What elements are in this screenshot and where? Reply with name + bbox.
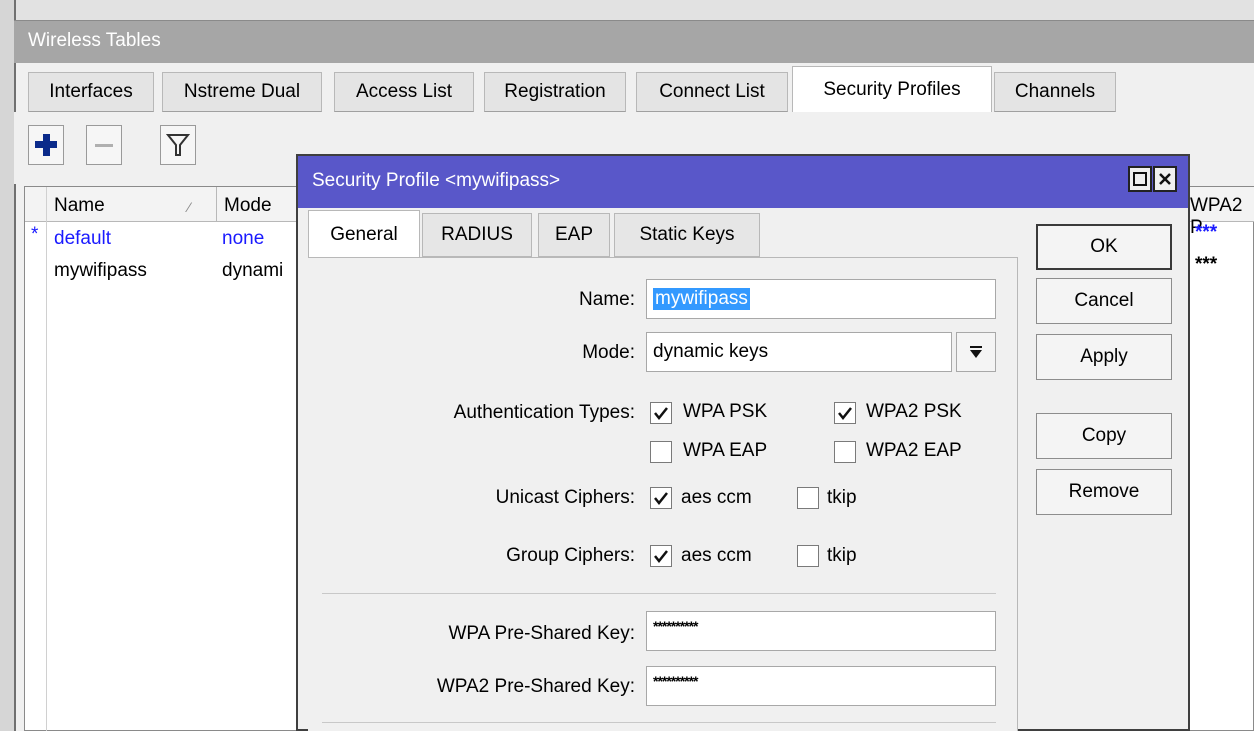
add-button[interactable] — [28, 125, 64, 165]
checkmark-icon — [654, 550, 668, 564]
name-label: Name: — [579, 289, 635, 310]
dialog-tab-general[interactable]: General — [308, 210, 420, 258]
column-header-mode[interactable]: Mode — [224, 195, 272, 217]
window-title: Wireless Tables — [28, 30, 161, 51]
column-header-name[interactable]: Name — [54, 195, 105, 217]
tab-interfaces[interactable]: Interfaces — [28, 72, 154, 112]
dialog-tab-eap[interactable]: EAP — [538, 213, 610, 257]
name-value: mywifipass — [653, 288, 750, 310]
close-icon — [1159, 173, 1171, 185]
group-ciphers-label: Group Ciphers: — [506, 545, 635, 566]
ok-button[interactable]: OK — [1036, 224, 1172, 270]
row-mode: dynami — [222, 260, 284, 281]
wpa-psk-key-input[interactable]: ********** — [646, 611, 996, 651]
row-marker: * — [31, 224, 39, 245]
wpa2-eap-label: WPA2 EAP — [866, 440, 962, 461]
cancel-button[interactable]: Cancel — [1036, 278, 1172, 324]
wpa-eap-checkbox[interactable] — [650, 441, 672, 463]
plus-icon — [35, 134, 57, 156]
dropdown-arrow-icon — [970, 346, 982, 358]
wpa-psk-checkbox[interactable] — [650, 402, 672, 424]
minus-icon — [95, 144, 113, 147]
name-input[interactable]: mywifipass — [646, 279, 996, 319]
tab-nstreme-dual[interactable]: Nstreme Dual — [162, 72, 322, 112]
section-divider — [322, 722, 996, 723]
tab-registration[interactable]: Registration — [484, 72, 626, 112]
row-key: *** — [1195, 254, 1218, 275]
wpa2-psk-checkbox[interactable] — [834, 402, 856, 424]
tab-connect-list[interactable]: Connect List — [636, 72, 788, 112]
apply-button[interactable]: Apply — [1036, 334, 1172, 380]
group-aes-checkbox[interactable] — [650, 545, 672, 567]
maximize-button[interactable] — [1128, 166, 1152, 192]
row-name: default — [54, 228, 112, 249]
dialog-tab-radius[interactable]: RADIUS — [422, 213, 532, 257]
column-divider — [216, 187, 217, 221]
section-divider — [322, 593, 996, 594]
tab-channels[interactable]: Channels — [994, 72, 1116, 112]
unicast-ciphers-label: Unicast Ciphers: — [495, 487, 635, 508]
unicast-tkip-label: tkip — [827, 487, 857, 508]
wpa2-psk-key-label: WPA2 Pre-Shared Key: — [436, 676, 635, 697]
group-tkip-label: tkip — [827, 545, 857, 566]
group-aes-label: aes ccm — [681, 545, 752, 566]
close-button[interactable] — [1153, 166, 1177, 192]
wpa-psk-key-value: ********** — [653, 618, 698, 634]
checkmark-icon — [838, 407, 852, 421]
maximize-icon — [1133, 172, 1147, 186]
unicast-aes-label: aes ccm — [681, 487, 752, 508]
mode-dropdown-button[interactable] — [956, 332, 996, 372]
auth-types-label: Authentication Types: — [453, 402, 635, 423]
tab-security-profiles[interactable]: Security Profiles — [792, 66, 992, 113]
wpa2-psk-label: WPA2 PSK — [866, 401, 962, 422]
outer-left-edge — [0, 0, 16, 731]
unicast-tkip-checkbox[interactable] — [797, 487, 819, 509]
mode-select[interactable]: dynamic keys — [646, 332, 952, 372]
dialog-title-bar[interactable]: Security Profile <mywifipass> — [298, 156, 1188, 208]
remove-profile-button[interactable]: Remove — [1036, 469, 1172, 515]
window-title-bar: Wireless Tables — [14, 20, 1254, 63]
wpa2-psk-key-input[interactable]: ********** — [646, 666, 996, 706]
wpa-psk-label: WPA PSK — [683, 401, 768, 422]
copy-button[interactable]: Copy — [1036, 413, 1172, 459]
dialog-tab-static-keys[interactable]: Static Keys — [614, 213, 760, 257]
row-key: *** — [1195, 222, 1218, 243]
remove-button[interactable] — [86, 125, 122, 165]
unicast-aes-checkbox[interactable] — [650, 487, 672, 509]
checkmark-icon — [654, 407, 668, 421]
wpa-psk-key-label: WPA Pre-Shared Key: — [448, 623, 635, 644]
row-mode: none — [222, 228, 265, 249]
row-name: mywifipass — [54, 260, 147, 281]
mode-label: Mode: — [582, 342, 635, 363]
wpa2-psk-key-value: ********** — [653, 673, 698, 689]
filter-icon — [166, 134, 190, 156]
outer-top-edge — [0, 0, 1254, 21]
sort-indicator-icon: ⁄ — [188, 199, 191, 215]
wpa2-eap-checkbox[interactable] — [834, 441, 856, 463]
mode-value: dynamic keys — [653, 341, 769, 362]
wpa-eap-label: WPA EAP — [683, 440, 768, 461]
checkmark-icon — [654, 492, 668, 506]
group-tkip-checkbox[interactable] — [797, 545, 819, 567]
dialog-title: Security Profile <mywifipass> — [312, 170, 561, 191]
tab-access-list[interactable]: Access List — [334, 72, 474, 112]
filter-button[interactable] — [160, 125, 196, 165]
